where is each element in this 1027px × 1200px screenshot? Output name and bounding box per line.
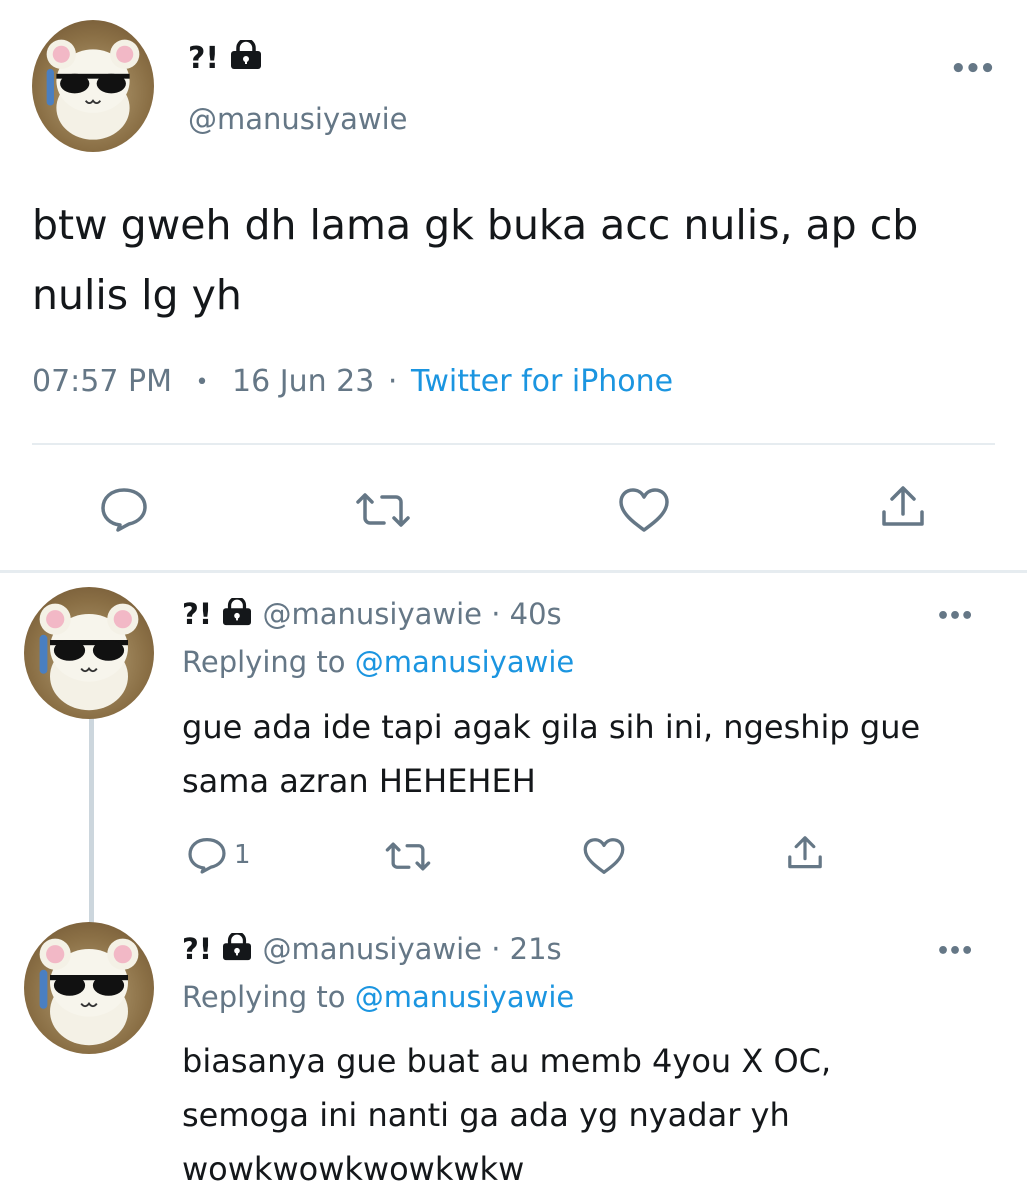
handle[interactable]: @manusiyawie — [188, 102, 408, 136]
tweet-text-line: nulis lg yh — [32, 271, 242, 319]
reply-text-line: sama azran HEHEHEH — [182, 762, 536, 800]
share-icon[interactable] — [878, 484, 928, 530]
avatar[interactable] — [24, 922, 154, 1054]
replying-handle-link[interactable]: @manusiyawie — [355, 980, 575, 1014]
divider — [32, 443, 995, 445]
reply-text-line: semoga ini nanti ga ada yg nyadar yh — [182, 1096, 790, 1134]
handle[interactable]: @manusiyawie — [263, 597, 483, 631]
lock-icon — [229, 38, 263, 79]
retweet-icon[interactable] — [384, 840, 432, 873]
section-divider — [0, 570, 1027, 573]
lock-icon — [221, 931, 253, 971]
separator-dot: · — [387, 364, 398, 399]
replying-handle-link[interactable]: @manusiyawie — [355, 645, 575, 679]
reply-header: ?! @manusiyawie · 21s — [182, 929, 562, 971]
reply-text-line: biasanya gue buat au memb 4you X OC, — [182, 1042, 832, 1080]
reply-icon[interactable] — [98, 486, 150, 532]
reply-text-line: gue ada ide tapi agak gila sih ini, nges… — [182, 708, 921, 746]
handle[interactable]: @manusiyawie — [263, 932, 483, 966]
more-icon[interactable]: ••• — [950, 56, 996, 82]
lock-icon — [221, 596, 253, 636]
replying-to: Replying to @manusiyawie — [182, 642, 574, 682]
replying-label: Replying to — [182, 645, 346, 679]
replying-label: Replying to — [182, 980, 346, 1014]
avatar-hamster-sunglasses-icon — [46, 39, 140, 140]
more-icon[interactable]: ••• — [936, 606, 974, 628]
retweet-icon[interactable] — [354, 490, 412, 530]
replying-to: Replying to @manusiyawie — [182, 977, 574, 1017]
avatar[interactable] — [32, 20, 154, 152]
reply-icon[interactable] — [186, 836, 228, 874]
date[interactable]: 16 Jun 23 — [232, 364, 374, 399]
source-link[interactable]: Twitter for iPhone — [411, 364, 673, 399]
like-icon[interactable] — [617, 486, 671, 534]
thread-line — [89, 718, 94, 924]
reply-text-line: wowkwowkwowkwkw — [182, 1150, 525, 1188]
display-name[interactable]: ?! — [182, 932, 212, 966]
avatar[interactable] — [24, 587, 154, 719]
avatar-hamster-sunglasses-icon — [39, 938, 139, 1046]
reply-count: 1 — [234, 840, 251, 870]
timestamp[interactable]: 07:57 PM — [32, 364, 172, 399]
display-name[interactable]: ?! — [188, 41, 219, 76]
more-icon[interactable]: ••• — [936, 941, 974, 963]
reply-text: gue ada ide tapi agak gila sih ini, nges… — [182, 700, 920, 808]
reply-header: ?! @manusiyawie · 40s — [182, 594, 562, 636]
reply-age[interactable]: · 40s — [491, 597, 561, 631]
reply-text: biasanya gue buat au memb 4you X OC, sem… — [182, 1034, 831, 1196]
tweet-meta: 07:57 PM • 16 Jun 23 · Twitter for iPhon… — [32, 362, 673, 403]
tweet-text-line: btw gweh dh lama gk buka acc nulis, ap c… — [32, 201, 919, 249]
like-icon[interactable] — [582, 836, 626, 876]
display-name[interactable]: ?! — [182, 597, 212, 631]
avatar-hamster-sunglasses-icon — [39, 603, 139, 711]
share-icon[interactable] — [785, 834, 825, 872]
reply-age[interactable]: · 21s — [491, 932, 561, 966]
tweet-text: btw gweh dh lama gk buka acc nulis, ap c… — [32, 190, 918, 330]
separator: • — [195, 369, 209, 395]
